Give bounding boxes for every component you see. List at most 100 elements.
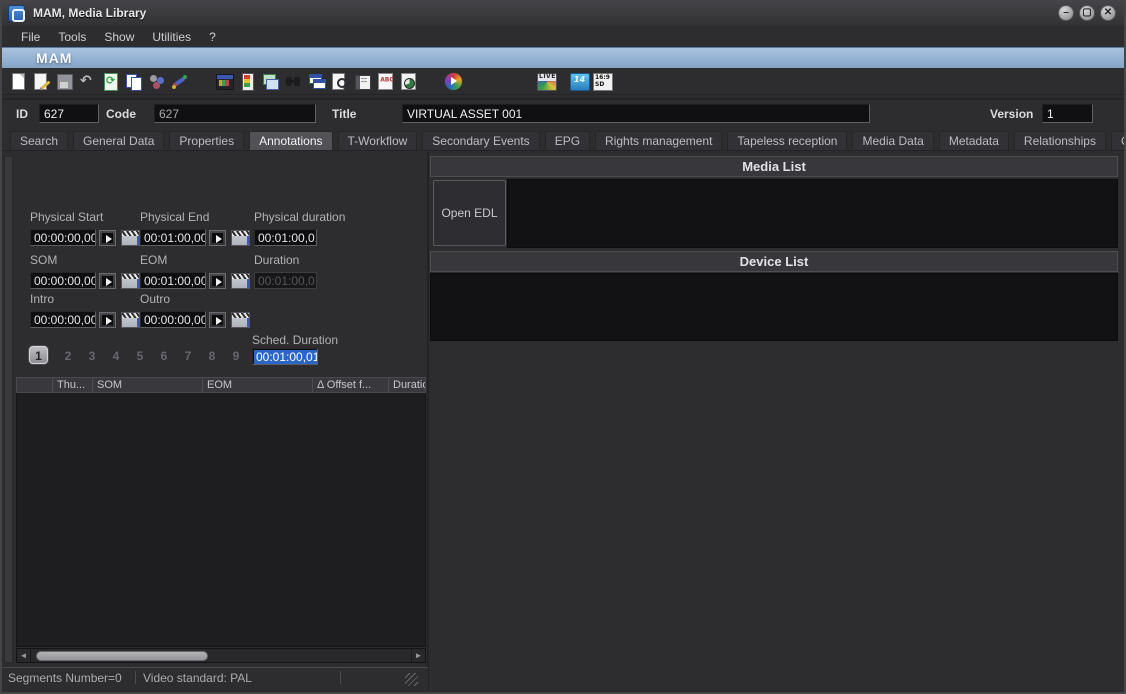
copy-images-icon[interactable] (260, 71, 280, 91)
media-player-icon[interactable] (214, 71, 234, 91)
tab-tapeless-reception[interactable]: Tapeless reception (727, 131, 847, 150)
outro-play-icon[interactable] (209, 312, 226, 328)
scrollbar-thumb[interactable] (36, 651, 208, 661)
outro-clapper-icon[interactable] (231, 312, 250, 328)
sched-duration-field[interactable]: 00:01:00,01 (252, 348, 318, 365)
media-list-area[interactable] (507, 179, 1118, 248)
physical-duration-field[interactable]: 00:01:00,01 (254, 229, 317, 246)
physical-start-play-icon[interactable] (99, 230, 116, 246)
column-header-help[interactable] (17, 378, 53, 392)
tab-annotations[interactable]: Annotations (249, 131, 332, 150)
eom-field[interactable]: 00:01:00,00 (140, 272, 206, 289)
undo-icon[interactable] (77, 71, 97, 91)
version-label: Version (990, 107, 1033, 121)
physical-end-play-icon[interactable] (209, 230, 226, 246)
segment-page-3[interactable]: 3 (82, 349, 102, 363)
media-list-header: Media List (430, 156, 1118, 177)
title-bar[interactable]: MAM, Media Library – ▢ ✕ (2, 0, 1124, 26)
tab-rights-management[interactable]: Rights management (595, 131, 722, 150)
tab-relationships[interactable]: Relationships (1014, 131, 1106, 150)
copy-icon[interactable] (123, 71, 143, 91)
column-header-eom[interactable]: EOM (203, 378, 313, 392)
physical-start-field[interactable]: 00:00:00,00 (30, 229, 96, 246)
annotate-icon[interactable] (169, 71, 189, 91)
tab-t-workflow[interactable]: T-Workflow (338, 131, 418, 150)
segment-page-1[interactable]: 1 (29, 346, 48, 364)
tab-media-data[interactable]: Media Data (852, 131, 933, 150)
column-header-som[interactable]: SOM (93, 378, 203, 392)
save-icon[interactable] (54, 71, 74, 91)
som-label: SOM (30, 253, 57, 267)
scroll-left-icon[interactable]: ◄ (17, 649, 31, 662)
segments-count: Segments Number=0 (8, 671, 122, 685)
column-header-offset-f[interactable]: Δ Offset f... (313, 378, 389, 392)
menu-help[interactable]: ? (200, 30, 225, 44)
search-icon[interactable] (283, 71, 303, 91)
tab-general-data[interactable]: General Data (73, 131, 164, 150)
media-book-icon[interactable] (352, 71, 372, 91)
id-input[interactable] (39, 104, 99, 123)
window-title: MAM, Media Library (33, 6, 146, 20)
left-splitter[interactable] (4, 156, 13, 663)
tab-secondary-events[interactable]: Secondary Events (422, 131, 539, 150)
spell-check-icon[interactable] (375, 71, 395, 91)
version-input[interactable] (1042, 104, 1093, 123)
menu-tools[interactable]: Tools (49, 30, 95, 44)
horizontal-scrollbar[interactable]: ◄ ► (16, 648, 426, 663)
edit-asset-icon[interactable] (31, 71, 51, 91)
menu-utilities[interactable]: Utilities (143, 30, 200, 44)
close-icon[interactable]: ✕ (1100, 5, 1116, 21)
eom-play-icon[interactable] (209, 273, 226, 289)
som-field[interactable]: 00:00:00,00 (30, 272, 96, 289)
scroll-right-icon[interactable]: ► (411, 649, 425, 662)
intro-play-icon[interactable] (99, 312, 116, 328)
segment-page-4[interactable]: 4 (106, 349, 126, 363)
status-divider (340, 671, 341, 684)
refresh-icon[interactable] (100, 71, 120, 91)
device-list-area[interactable] (430, 273, 1118, 341)
tab-operations[interactable]: Operations (1111, 131, 1126, 150)
segment-page-6[interactable]: 6 (154, 349, 174, 363)
timecode-icon[interactable] (569, 71, 589, 91)
intro-field[interactable]: 00:00:00,00 (30, 311, 96, 328)
segment-page-7[interactable]: 7 (178, 349, 198, 363)
physical-end-clapper-icon[interactable] (231, 230, 250, 246)
menu-file[interactable]: File (12, 30, 49, 44)
segment-page-9[interactable]: 9 (226, 349, 246, 363)
aspect-ratio-16-9-sd-icon[interactable] (592, 71, 612, 91)
cascade-windows-icon[interactable] (306, 71, 326, 91)
resize-grip-icon[interactable] (405, 673, 418, 686)
minimize-icon[interactable]: – (1058, 5, 1074, 21)
group-assets-icon[interactable] (146, 71, 166, 91)
tab-properties[interactable]: Properties (169, 131, 244, 150)
code-input[interactable] (154, 104, 316, 123)
segment-page-5[interactable]: 5 (130, 349, 150, 363)
preview-document-icon[interactable] (329, 71, 349, 91)
column-header-duration[interactable]: Duration (389, 378, 426, 392)
intro-clapper-icon[interactable] (121, 312, 140, 328)
segment-page-2[interactable]: 2 (58, 349, 78, 363)
eom-clapper-icon[interactable] (231, 273, 250, 289)
som-clapper-icon[interactable] (121, 273, 140, 289)
color-bars-icon[interactable] (237, 71, 257, 91)
player-launch-icon[interactable] (443, 71, 463, 91)
new-document-icon[interactable] (8, 71, 28, 91)
banner-title: MAM (36, 50, 72, 66)
segments-table-body[interactable] (16, 393, 426, 647)
open-edl-button[interactable]: Open EDL (433, 180, 506, 246)
tab-bar: Search General Data Properties Annotations T… (2, 131, 1124, 151)
tab-search[interactable]: Search (10, 131, 68, 150)
outro-field[interactable]: 00:00:00,00 (140, 311, 206, 328)
tab-metadata[interactable]: Metadata (939, 131, 1009, 150)
maximize-icon[interactable]: ▢ (1079, 5, 1095, 21)
physical-start-clapper-icon[interactable] (121, 230, 140, 246)
physical-end-field[interactable]: 00:01:00,00 (140, 229, 206, 246)
live-icon[interactable] (536, 71, 556, 91)
som-play-icon[interactable] (99, 273, 116, 289)
menu-show[interactable]: Show (95, 30, 143, 44)
segment-page-8[interactable]: 8 (202, 349, 222, 363)
tab-epg[interactable]: EPG (545, 131, 590, 150)
report-pie-icon[interactable] (398, 71, 418, 91)
title-input[interactable] (402, 104, 870, 123)
column-header-thu[interactable]: Thu... (53, 378, 93, 392)
